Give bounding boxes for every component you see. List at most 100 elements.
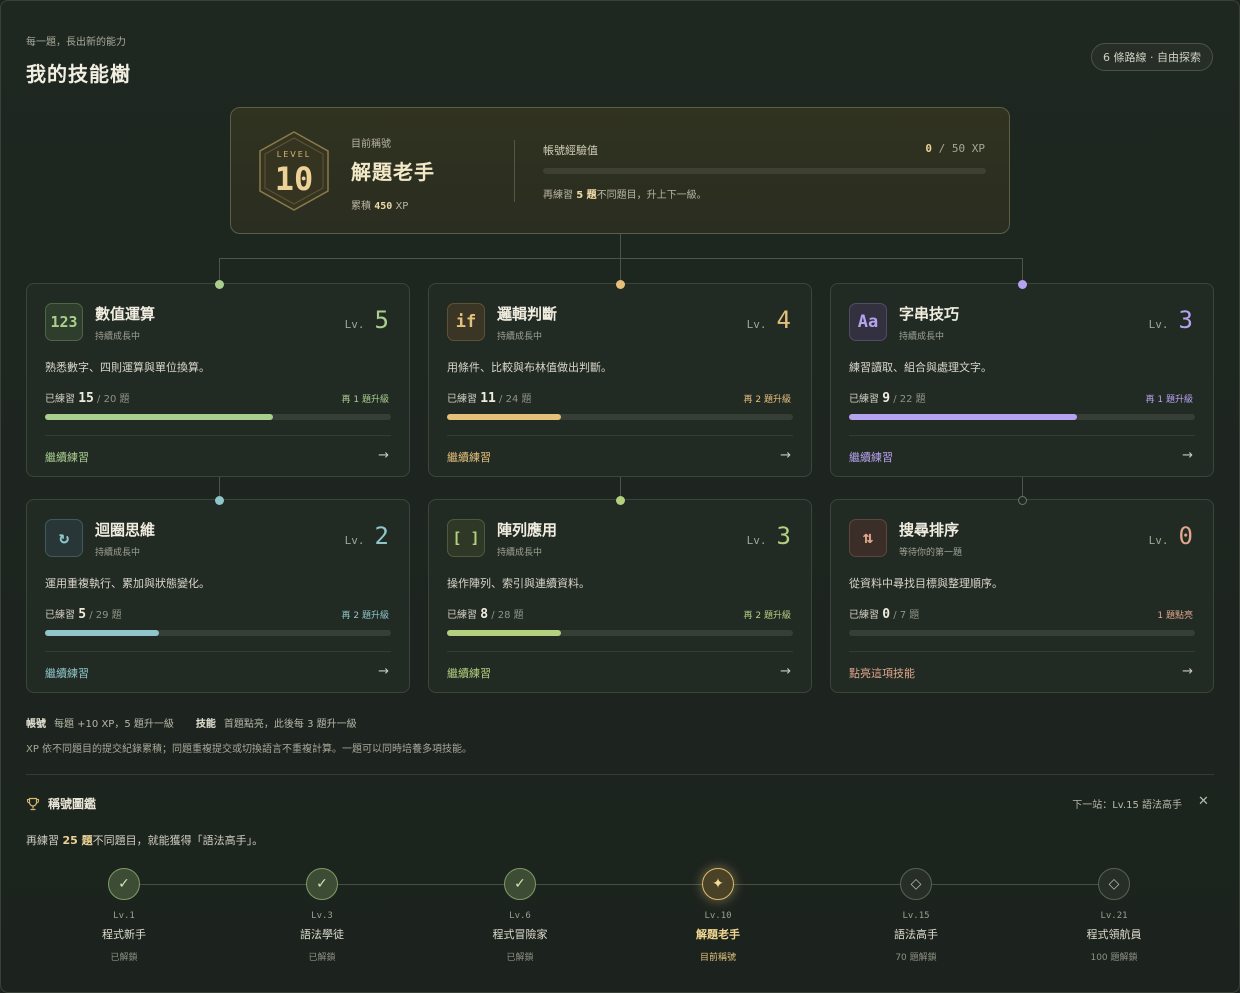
skill-level: Lv. 0 xyxy=(1148,522,1193,550)
arrow-right-icon[interactable]: → xyxy=(378,448,389,463)
connector-node xyxy=(616,280,625,289)
divider xyxy=(849,435,1195,436)
continue-practice-link[interactable]: 繼續練習 xyxy=(849,449,893,465)
continue-practice-link[interactable]: 繼續練習 xyxy=(45,449,89,465)
title-milestone[interactable]: ◇ Lv.15 語法高手 70 題解鎖 xyxy=(856,868,976,963)
skill-name: 邏輯判斷 xyxy=(497,305,558,323)
skill-description: 操作陣列、索引與連續資料。 xyxy=(447,577,590,590)
continue-practice-link[interactable]: 繼續練習 xyxy=(447,449,491,465)
xp-value: 0 / 50 XP xyxy=(925,142,985,155)
account-card: LEVEL 10 目前稱號 解題老手 累積 450 XP 帳號經驗值 0 / 5… xyxy=(230,107,1010,234)
diamond-icon: ◇ xyxy=(900,868,932,900)
divider xyxy=(45,651,391,652)
titles-hint: 再練習 25 題不同題目，就能獲得「語法高手」。 xyxy=(26,834,264,847)
continue-practice-link[interactable]: 繼續練習 xyxy=(447,665,491,681)
skill-next-level: 再 1 題升級 xyxy=(1145,395,1193,405)
next-stop: 下一站：Lv.15 語法高手 xyxy=(1072,800,1182,811)
connector-node xyxy=(215,496,224,505)
skill-name: 搜尋排序 xyxy=(899,521,960,539)
skill-next-level: 再 2 題升級 xyxy=(743,395,791,405)
divider xyxy=(26,774,1214,775)
skill-next-level: 再 2 題升級 xyxy=(743,611,791,621)
skill-description: 練習讀取、組合與處理文字。 xyxy=(849,361,992,374)
skill-progress-bar xyxy=(849,414,1195,420)
skill-status: 持續成長中 xyxy=(899,332,945,342)
skill-description: 用條件、比較與布林值做出判斷。 xyxy=(447,361,612,374)
arrow-right-icon[interactable]: → xyxy=(1182,664,1193,679)
divider xyxy=(45,435,391,436)
check-icon: ✓ xyxy=(504,868,536,900)
connector-node xyxy=(215,280,224,289)
title-milestone[interactable]: ✓ Lv.3 語法學徒 已解鎖 xyxy=(262,868,382,963)
milestone-state: 70 題解鎖 xyxy=(895,953,937,963)
skill-card[interactable]: ⇅ 搜尋排序 等待你的第一題 Lv. 0 從資料中尋找目標與整理順序。 已練習 … xyxy=(830,499,1214,693)
arrow-right-icon[interactable]: → xyxy=(780,448,791,463)
skill-level: Lv. 2 xyxy=(344,522,389,550)
trophy-icon xyxy=(26,797,40,810)
string-icon: Aa xyxy=(849,303,887,341)
skill-progress-text: 已練習 0 / 7 題 xyxy=(849,607,920,622)
milestone-state: 已解鎖 xyxy=(308,953,336,963)
skill-name: 數值運算 xyxy=(95,305,156,323)
skill-next-level: 1 題點亮 xyxy=(1157,611,1193,621)
title-milestone[interactable]: ✓ Lv.1 程式新手 已解鎖 xyxy=(64,868,184,963)
milestone-state: 目前稱號 xyxy=(699,953,736,963)
arrow-right-icon[interactable]: → xyxy=(1182,448,1193,463)
skill-progress-bar xyxy=(45,414,391,420)
skill-description: 熟悉數字、四則運算與單位換算。 xyxy=(45,361,210,374)
skill-card[interactable]: [ ] 陣列應用 持續成長中 Lv. 3 操作陣列、索引與連續資料。 已練習 8… xyxy=(428,499,812,693)
page-subtitle: 每一題，長出新的能力 xyxy=(26,37,126,48)
skill-level: Lv. 3 xyxy=(746,522,791,550)
milestone-level: Lv.6 xyxy=(509,911,531,921)
milestone-level: Lv.3 xyxy=(311,911,333,921)
loop-icon: ↻ xyxy=(45,519,83,557)
check-icon: ✓ xyxy=(108,868,140,900)
page-title: 我的技能樹 xyxy=(26,62,131,86)
title-milestone[interactable]: ◇ Lv.21 程式領航員 100 題解鎖 xyxy=(1054,868,1174,963)
skill-card[interactable]: Aa 字串技巧 持續成長中 Lv. 3 練習讀取、組合與處理文字。 已練習 9 … xyxy=(830,283,1214,477)
array-icon: [ ] xyxy=(447,519,485,557)
routes-badge[interactable]: 6 條路線 · 自由探索 xyxy=(1091,43,1213,71)
milestone-level: Lv.15 xyxy=(902,911,930,921)
sort-icon: ⇅ xyxy=(849,519,887,557)
skill-level: Lv. 4 xyxy=(746,306,791,334)
skill-description: 運用重複執行、累加與狀態變化。 xyxy=(45,577,210,590)
skill-status: 持續成長中 xyxy=(95,548,141,558)
title-milestone[interactable]: ✦ Lv.10 解題老手 目前稱號 xyxy=(658,868,778,963)
skill-progress-bar xyxy=(447,414,793,420)
skill-card[interactable]: 123 數值運算 持續成長中 Lv. 5 熟悉數字、四則運算與單位換算。 已練習… xyxy=(26,283,410,477)
title-milestone[interactable]: ✓ Lv.6 程式冒險家 已解鎖 xyxy=(460,868,580,963)
skill-progress-text: 已練習 9 / 22 題 xyxy=(849,391,926,406)
close-icon[interactable]: ✕ xyxy=(1198,794,1209,809)
skill-card[interactable]: ↻ 迴圈思維 持續成長中 Lv. 2 運用重複執行、累加與狀態變化。 已練習 5… xyxy=(26,499,410,693)
diamond-icon: ◇ xyxy=(1098,868,1130,900)
skill-card[interactable]: if 邏輯判斷 持續成長中 Lv. 4 用條件、比較與布林值做出判斷。 已練習 … xyxy=(428,283,812,477)
milestone-name: 解題老手 xyxy=(696,928,740,941)
xp-progress-bar xyxy=(543,168,986,174)
divider xyxy=(447,651,793,652)
continue-practice-link[interactable]: 繼續練習 xyxy=(45,665,89,681)
account-level: 10 xyxy=(274,160,314,198)
milestone-name: 程式領航員 xyxy=(1086,928,1142,941)
continue-practice-link[interactable]: 點亮這項技能 xyxy=(849,665,915,681)
xp-label: 帳號經驗值 xyxy=(543,144,598,157)
divider xyxy=(849,651,1195,652)
milestone-name: 程式冒險家 xyxy=(492,928,548,941)
milestone-level: Lv.1 xyxy=(113,911,135,921)
skill-level: Lv. 3 xyxy=(1148,306,1193,334)
skill-progress-bar xyxy=(45,630,391,636)
milestone-level: Lv.10 xyxy=(704,911,732,921)
skill-progress-text: 已練習 8 / 28 題 xyxy=(447,607,524,622)
arrow-right-icon[interactable]: → xyxy=(780,664,791,679)
logic-icon: if xyxy=(447,303,485,341)
check-icon: ✓ xyxy=(306,868,338,900)
arrow-right-icon[interactable]: → xyxy=(378,664,389,679)
skill-progress-bar xyxy=(447,630,793,636)
milestone-name: 語法學徒 xyxy=(300,928,344,941)
level-hexagon-icon: LEVEL 10 xyxy=(257,130,331,212)
skill-status: 等待你的第一題 xyxy=(899,548,963,558)
skill-progress-text: 已練習 15 / 20 題 xyxy=(45,391,130,406)
skill-progress-bar xyxy=(849,630,1195,636)
xp-hint: 再練習 5 題不同題目，升上下一級。 xyxy=(543,190,707,201)
divider xyxy=(514,140,515,202)
